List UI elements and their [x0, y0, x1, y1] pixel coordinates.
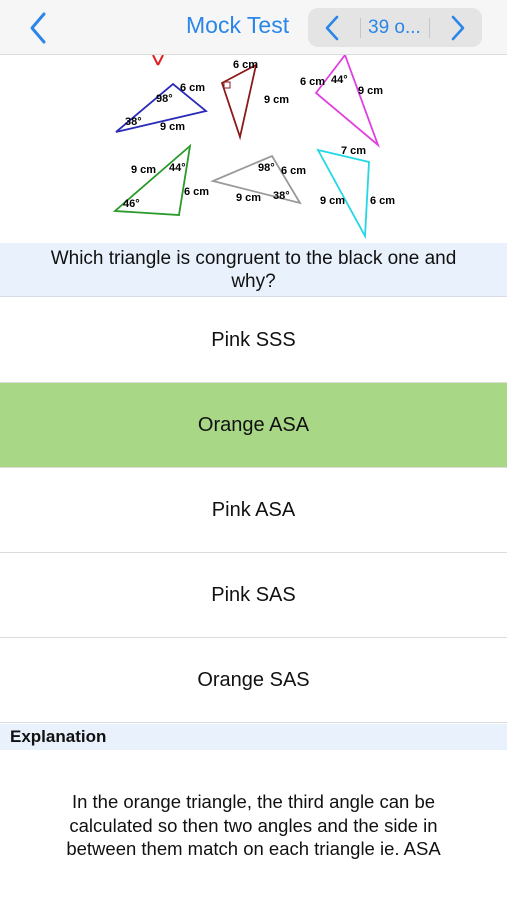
pink-side-right-label: 9 cm [358, 85, 383, 97]
back-button[interactable] [22, 8, 58, 48]
answer-option-selected[interactable]: Orange ASA [0, 383, 507, 468]
blue-angle-left-label: 38° [125, 116, 142, 128]
blue-side-a-label: 6 cm [180, 82, 205, 94]
cyan-triangle [316, 148, 370, 240]
previous-question-button[interactable] [318, 12, 348, 44]
question-figure: 6 cm 98° 38° 9 cm 6 cm 9 cm 6 cm 44° 9 c… [0, 53, 507, 243]
pink-triangle [314, 53, 381, 148]
explanation-header: Explanation [0, 724, 507, 750]
green-side-left-label: 9 cm [131, 164, 156, 176]
chevron-left-icon [30, 12, 46, 44]
cyan-side-top-label: 7 cm [341, 145, 366, 157]
blue-side-b-label: 9 cm [160, 121, 185, 133]
answer-option[interactable]: Orange SAS [0, 638, 507, 723]
chevron-left-icon [325, 15, 339, 41]
answer-option[interactable]: Pink SAS [0, 553, 507, 638]
triangles-diagram: 6 cm 98° 38° 9 cm 6 cm 9 cm 6 cm 44° 9 c… [112, 53, 395, 240]
pager-divider [429, 18, 430, 38]
next-question-button[interactable] [442, 12, 472, 44]
gray-side-right-label: 6 cm [281, 165, 306, 177]
green-angle-top-label: 44° [169, 162, 186, 174]
question-pager: 39 o... [308, 8, 482, 47]
cyan-side-left-label: 9 cm [320, 195, 345, 207]
explanation-text: In the orange triangle, the third angle … [66, 791, 441, 859]
page-title: Mock Test [186, 12, 290, 38]
cyan-side-right-label: 6 cm [370, 195, 395, 207]
gray-angle-right-label: 38° [273, 190, 290, 202]
pager-divider [360, 18, 361, 38]
pink-side-top-label: 6 cm [300, 76, 325, 88]
green-side-right-label: 6 cm [184, 186, 209, 198]
blue-angle-top-label: 98° [156, 93, 173, 105]
question-counter[interactable]: 39 o... [368, 17, 421, 39]
chevron-right-icon [451, 15, 465, 41]
nav-bar: Mock Test 39 o... [0, 0, 507, 55]
gray-angle-top-label: 98° [258, 162, 275, 174]
pink-angle-label: 44° [331, 74, 348, 86]
brown-side-right-label: 9 cm [264, 94, 289, 106]
answer-option[interactable]: Pink ASA [0, 468, 507, 553]
green-angle-bottom-label: 46° [123, 198, 140, 210]
gray-side-bottom-label: 9 cm [236, 192, 261, 204]
brown-side-top-label: 6 cm [233, 59, 258, 71]
brown-triangle [220, 63, 258, 141]
question-text: Which triangle is congruent to the black… [0, 243, 507, 297]
red-mark [152, 54, 159, 66]
answer-option[interactable]: Pink SSS [0, 298, 507, 383]
